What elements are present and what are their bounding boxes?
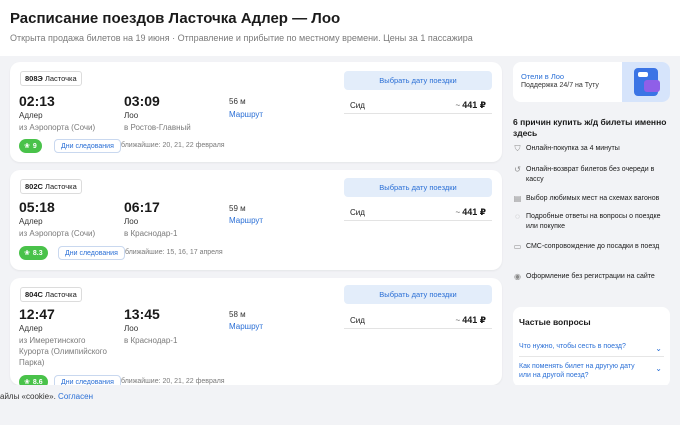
arrival-substation: в Краснодар-1 [124,229,178,238]
train-number-badge: 802С Ласточка [20,179,82,194]
arrival-time: 06:17 [124,199,160,215]
seat-price-row[interactable]: Сид ~441 ₽ [344,97,492,114]
reason-item: ⛉ Онлайн-покупка за 4 минуты [514,144,620,153]
select-date-button[interactable]: Выбрать дату поездки [344,285,492,304]
faq-item[interactable]: Как поменять билет на другую дату или на… [519,362,664,387]
train-card: 804С Ласточка 12:47 13:45 Адлер из Имере… [10,278,502,389]
cookie-bar: айлы «cookie». Согласен [0,385,680,425]
page-header: Расписание поездов Ласточка Адлер — Лоо … [0,0,680,56]
departure-station: Адлер [19,111,43,120]
hotels-promo[interactable]: Отели в Лоо Поддержка 24/7 на Туту [513,62,670,102]
departure-substation: из Аэропорта (Сочи) [19,229,96,238]
route-link[interactable]: Маршрут [229,216,263,225]
departure-time: 02:13 [19,93,55,109]
train-card: 802С Ласточка 05:18 06:17 Адлер из Аэроп… [10,170,502,270]
arrival-time: 13:45 [124,306,160,322]
sms-icon: ▭ [513,242,522,251]
days-button[interactable]: Дни следования [58,246,125,260]
faq-title: Частые вопросы [519,317,591,327]
reason-item: ↺ Онлайн-возврат билетов без очереди в ка… [514,165,655,183]
trip-duration: 58 м [229,310,246,319]
chat-icon: ◌ [515,212,520,221]
seat-type: Сид [350,207,365,217]
page-title: Расписание поездов Ласточка Адлер — Лоо [10,10,341,27]
route-link[interactable]: Маршрут [229,322,263,331]
train-number-badge: 804С Ласточка [20,287,82,302]
departure-station: Адлер [19,324,43,333]
trip-duration: 59 м [229,204,246,213]
reason-item: ▤ Выбор любимых мест на схемах вагонов [513,194,660,203]
reasons-title: 6 причин купить ж/д билеты именно здесь [513,117,667,138]
select-date-button[interactable]: Выбрать дату поездки [344,71,492,90]
arrival-substation: в Ростов-Главный [124,123,191,132]
departure-substation: из Имеретинского Курорта (Олимпийского П… [19,336,107,367]
hotel-illustration-icon [622,62,670,102]
departure-substation: из Аэропорта (Сочи) [19,123,96,132]
reason-item: ◉ Оформление без регистрации на сайте [514,272,655,281]
faq-item[interactable]: Что нужно, чтобы сесть в поезд? ⌄ [519,342,664,357]
departure-time: 05:18 [19,199,55,215]
departure-station: Адлер [19,217,43,226]
promo-subtitle: Поддержка 24/7 на Туту [521,82,599,89]
arrival-station: Лоо [124,324,139,333]
nearest-dates: ближайшие: 15, 16, 17 апреля [125,249,223,256]
arrival-station: Лоо [124,217,139,226]
cookie-text: айлы «cookie». Согласен [0,392,93,401]
reason-item: ◌ Подробные ответы на вопросы о поездке и… [513,212,673,232]
price: ~441 ₽ [455,99,486,110]
train-number-badge: 808Э Ласточка [20,71,82,86]
page-subtitle: Открыта продажа билетов на 19 июня · Отп… [10,33,473,43]
chevron-down-icon: ⌄ [655,344,662,353]
promo-title[interactable]: Отели в Лоо [521,72,564,81]
thumb-icon: ❀ [24,143,30,150]
shield-icon: ⛉ [514,144,521,153]
arrival-substation: в Краснодар-1 [124,336,178,345]
return-icon: ↺ [514,165,521,174]
seat-price-row[interactable]: Сид ~441 ₽ [344,312,492,329]
chevron-down-icon: ⌄ [655,364,662,373]
rating-badge: ❀ 9 [19,139,42,153]
seat-type: Сид [350,315,365,325]
reason-item: ▭ СМС-сопровождение до посадки в поезд [513,242,660,251]
nearest-dates: ближайшие: 20, 21, 22 февраля [121,142,225,149]
select-date-button[interactable]: Выбрать дату поездки [344,178,492,197]
departure-time: 12:47 [19,306,55,322]
seat-icon: ▤ [513,194,522,203]
train-card: 808Э Ласточка 02:13 03:09 Адлер из Аэроп… [10,62,502,162]
thumb-icon: ❀ [24,250,30,257]
cookie-agree-link[interactable]: Согласен [58,392,93,401]
rating-badge: ❀ 8.3 [19,246,48,260]
nearest-dates: ближайшие: 20, 21, 22 февраля [121,378,225,385]
seat-type: Сид [350,100,365,110]
seat-price-row[interactable]: Сид ~441 ₽ [344,204,492,221]
route-link[interactable]: Маршрут [229,110,263,119]
arrival-station: Лоо [124,111,139,120]
arrival-time: 03:09 [124,93,160,109]
faq-panel: Частые вопросы Что нужно, чтобы сесть в … [513,307,670,387]
price: ~441 ₽ [455,206,486,217]
user-icon: ◉ [514,272,521,281]
price: ~441 ₽ [455,314,486,325]
days-button[interactable]: Дни следования [54,139,121,153]
trip-duration: 56 м [229,97,246,106]
